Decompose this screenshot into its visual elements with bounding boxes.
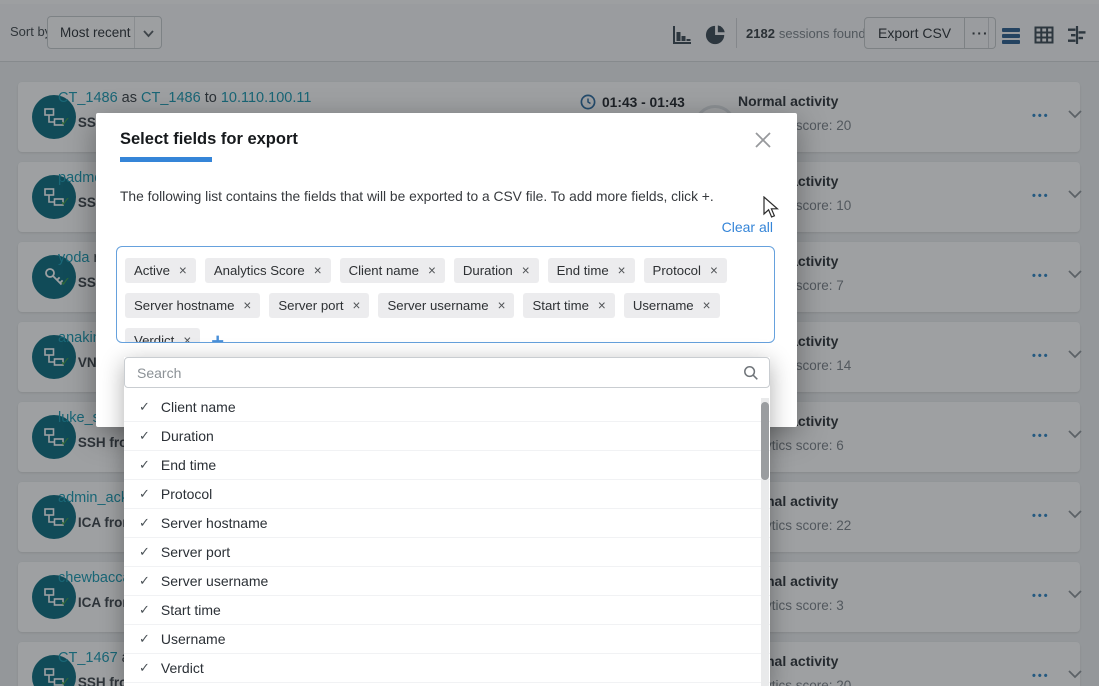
- option-label: Server port: [161, 544, 230, 560]
- field-chip-active: Active ×: [125, 258, 196, 283]
- option-label: End time: [161, 457, 216, 473]
- chip-label: Analytics Score: [214, 263, 305, 278]
- field-chip-server-hostname: Server hostname ×: [125, 293, 260, 318]
- selected-fields-box: Active×Analytics Score×Client name×Durat…: [116, 246, 775, 343]
- field-chip-username: Username ×: [624, 293, 720, 318]
- option-label: Start time: [161, 602, 221, 618]
- search-input[interactable]: [125, 358, 769, 387]
- remove-chip-icon[interactable]: ×: [353, 299, 361, 313]
- field-option-server-username[interactable]: ✓ Server username: [124, 567, 770, 596]
- dropdown-scrollbar[interactable]: [761, 398, 769, 686]
- chip-label: Client name: [349, 263, 419, 278]
- field-chip-server-port: Server port ×: [269, 293, 369, 318]
- check-icon: ✓: [139, 428, 150, 444]
- field-chip-start-time: Start time ×: [523, 293, 614, 318]
- remove-chip-icon[interactable]: ×: [183, 334, 191, 343]
- search-box: [124, 357, 770, 388]
- remove-chip-icon[interactable]: ×: [243, 299, 251, 313]
- field-chip-client-name: Client name ×: [340, 258, 445, 283]
- chip-label: End time: [557, 263, 609, 278]
- option-label: Server username: [161, 573, 268, 589]
- check-icon: ✓: [139, 602, 150, 618]
- field-chip-end-time: End time ×: [548, 258, 635, 283]
- search-icon: [743, 365, 759, 381]
- option-label: Duration: [161, 428, 214, 444]
- field-option-server-hostname[interactable]: ✓ Server hostname: [124, 509, 770, 538]
- remove-chip-icon[interactable]: ×: [598, 299, 606, 313]
- clear-all-link[interactable]: Clear all: [722, 219, 773, 235]
- check-icon: ✓: [139, 631, 150, 647]
- field-chip-duration: Duration ×: [454, 258, 539, 283]
- add-field-button[interactable]: +: [211, 331, 224, 343]
- field-option-verdict[interactable]: ✓ Verdict: [124, 654, 770, 683]
- field-option-end-time[interactable]: ✓ End time: [124, 451, 770, 480]
- chip-label: Start time: [532, 298, 588, 313]
- chip-label: Server username: [387, 298, 488, 313]
- remove-chip-icon[interactable]: ×: [428, 264, 436, 278]
- remove-chip-icon[interactable]: ×: [710, 264, 718, 278]
- field-option-server-port[interactable]: ✓ Server port: [124, 538, 770, 567]
- field-option-start-time[interactable]: ✓ Start time: [124, 596, 770, 625]
- option-label: Client name: [161, 399, 236, 415]
- chip-label: Active: [134, 263, 170, 278]
- chip-label: Server port: [278, 298, 343, 313]
- option-label: Server hostname: [161, 515, 268, 531]
- remove-chip-icon[interactable]: ×: [618, 264, 626, 278]
- chip-label: Server hostname: [134, 298, 234, 313]
- remove-chip-icon[interactable]: ×: [703, 299, 711, 313]
- field-option-username[interactable]: ✓ Username: [124, 625, 770, 654]
- chip-label: Protocol: [653, 263, 701, 278]
- modal-title: Select fields for export: [120, 130, 298, 149]
- remove-chip-icon[interactable]: ×: [498, 299, 506, 313]
- field-chip-analytics-score: Analytics Score ×: [205, 258, 331, 283]
- chip-label: Username: [633, 298, 694, 313]
- field-options-list: ✓Client name✓Duration✓End time✓Protocol✓…: [124, 393, 770, 683]
- field-option-protocol[interactable]: ✓ Protocol: [124, 480, 770, 509]
- field-chip-server-username: Server username ×: [378, 293, 514, 318]
- remove-chip-icon[interactable]: ×: [522, 264, 530, 278]
- check-icon: ✓: [139, 544, 150, 560]
- chip-label: Duration: [463, 263, 513, 278]
- modal-description: The following list contains the fields t…: [120, 189, 760, 204]
- chip-label: Verdict: [134, 333, 174, 343]
- check-icon: ✓: [139, 515, 150, 531]
- check-icon: ✓: [139, 399, 150, 415]
- check-icon: ✓: [139, 486, 150, 502]
- field-option-duration[interactable]: ✓ Duration: [124, 422, 770, 451]
- check-icon: ✓: [139, 573, 150, 589]
- field-options-dropdown: ✓Client name✓Duration✓End time✓Protocol✓…: [124, 357, 770, 686]
- option-label: Protocol: [161, 486, 212, 502]
- remove-chip-icon[interactable]: ×: [314, 264, 322, 278]
- option-label: Username: [161, 631, 226, 647]
- close-icon[interactable]: [753, 130, 773, 150]
- check-icon: ✓: [139, 660, 150, 676]
- field-option-client-name[interactable]: ✓ Client name: [124, 393, 770, 422]
- check-icon: ✓: [139, 457, 150, 473]
- scrollbar-thumb[interactable]: [761, 402, 769, 480]
- title-accent-bar: [120, 157, 212, 162]
- remove-chip-icon[interactable]: ×: [179, 264, 187, 278]
- option-label: Verdict: [161, 660, 204, 676]
- field-chip-verdict: Verdict ×: [125, 328, 200, 343]
- field-chip-protocol: Protocol ×: [644, 258, 727, 283]
